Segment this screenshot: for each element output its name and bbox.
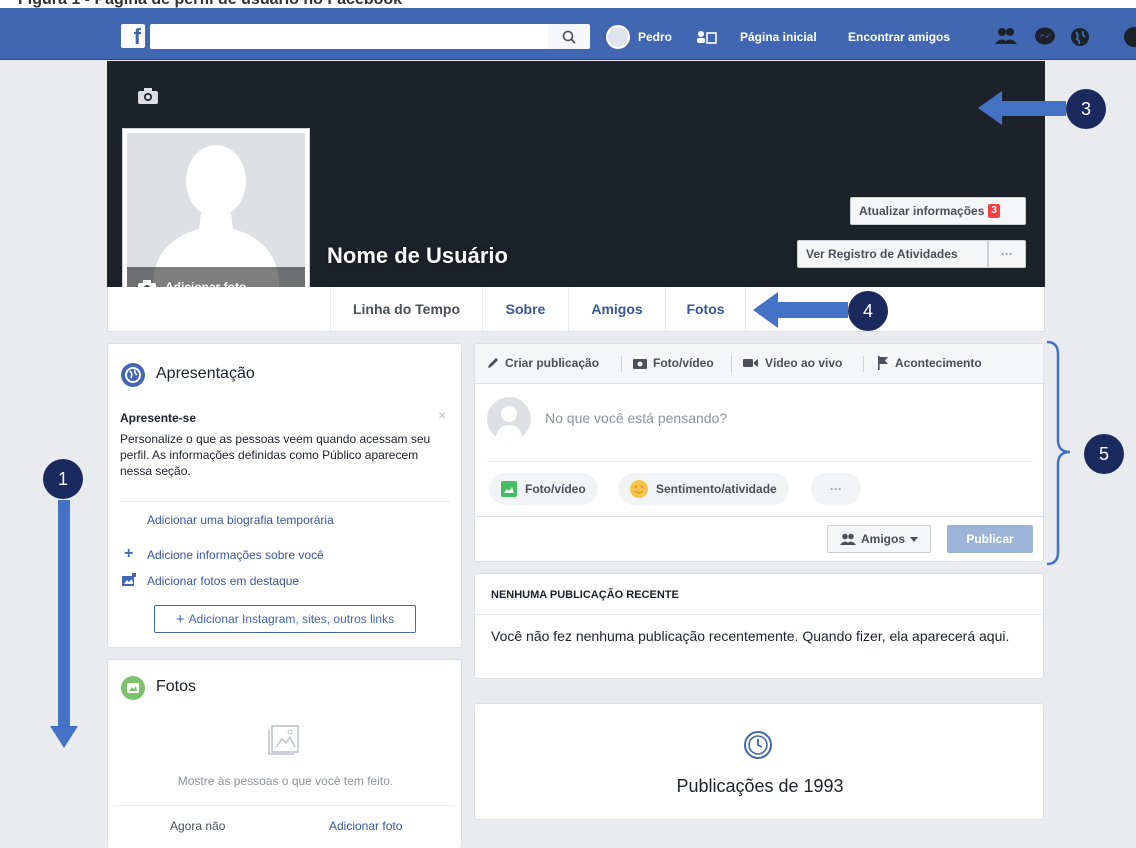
photo-icon — [501, 481, 517, 497]
intro-card: Apresentação Apresente-se × Personalize … — [107, 343, 462, 648]
tab-timeline[interactable]: Linha do Tempo — [330, 287, 482, 331]
temp-bio-link[interactable]: Adicionar uma biografia temporária — [147, 513, 334, 527]
composer-card: Criar publicação Foto/vídeo Vídeo ao viv… — [474, 343, 1044, 562]
top-navbar: f Pedro Página inicial Encontrar amigos — [0, 8, 1136, 60]
figure-caption: Figura 1 - Página de perfil de usuário n… — [0, 0, 1136, 8]
add-links-button[interactable]: + Adicionar Instagram, sites, outros lin… — [154, 605, 416, 633]
camera-icon[interactable] — [137, 87, 159, 105]
composer-header: Criar publicação Foto/vídeo Vídeo ao viv… — [475, 344, 1043, 384]
tab-about[interactable]: Sobre — [482, 287, 568, 331]
recent-posts-card: NENHUMA PUBLICAÇÃO RECENTE Você não fez … — [474, 573, 1044, 679]
annotation-badge-5: 5 — [1084, 434, 1124, 474]
divider — [120, 501, 450, 502]
add-photo-link[interactable]: Adicionar foto — [329, 819, 402, 833]
profile-tab-bar: Linha do Tempo Sobre Amigos Fotos — [107, 287, 1045, 332]
more-options-button[interactable]: ··· — [811, 473, 861, 505]
smiley-icon — [630, 480, 648, 498]
friends-icon — [839, 533, 856, 545]
year-posts-card: Publicações de 1993 — [474, 703, 1044, 820]
annotation-badge-4: 4 — [848, 291, 888, 331]
divider — [731, 356, 732, 372]
tab-photo-video[interactable]: Foto/vídeo — [633, 356, 714, 370]
add-info-link[interactable]: Adicione informações sobre você — [147, 548, 324, 562]
avatar — [487, 397, 531, 441]
photos-empty-text: Mostre às pessoas o que você tem feito. — [177, 774, 394, 788]
profile-username: Nome de Usuário — [327, 243, 508, 268]
photos-title: Fotos — [156, 678, 197, 695]
globe-notifications-icon[interactable] — [1070, 27, 1090, 47]
more-options-button[interactable]: ··· — [988, 240, 1026, 268]
facebook-logo-icon[interactable]: f — [121, 24, 145, 49]
bracket-5 — [1046, 340, 1071, 566]
audience-selector[interactable]: Amigos — [827, 525, 931, 553]
divider — [863, 356, 864, 372]
photo-video-button[interactable]: Foto/vídeo — [489, 473, 598, 505]
camera-icon — [633, 359, 647, 369]
nav-home-link[interactable]: Página inicial — [740, 30, 817, 44]
image-placeholder-icon — [268, 725, 299, 755]
globe-icon — [121, 363, 145, 387]
divider — [475, 614, 1043, 615]
messenger-icon[interactable] — [1034, 27, 1056, 47]
photos-icon — [121, 676, 145, 700]
profile-card-icon[interactable] — [696, 28, 718, 46]
tab-photos[interactable]: Fotos — [665, 287, 746, 331]
recent-posts-header: NENHUMA PUBLICAÇÃO RECENTE — [491, 589, 679, 601]
divider — [621, 356, 622, 372]
nav-find-friends-link[interactable]: Encontrar amigos — [848, 30, 950, 44]
update-info-button[interactable]: Atualizar informações 3 — [850, 197, 1026, 225]
recent-posts-text: Você não fez nenhuma publicação recentem… — [491, 628, 1010, 644]
year-posts-label: Publicações de 1993 — [676, 776, 844, 796]
intro-title: Apresentação — [156, 365, 255, 382]
divider — [487, 461, 1033, 462]
feeling-activity-button[interactable]: Sentimento/atividade — [618, 473, 789, 505]
tab-create-post[interactable]: Criar publicação — [487, 356, 599, 370]
tab-life-event[interactable]: Acontecimento — [877, 356, 982, 370]
flag-icon — [878, 356, 888, 370]
close-icon[interactable]: × — [438, 407, 446, 423]
tab-live-video[interactable]: Vídeo ao vivo — [743, 356, 842, 370]
search-button[interactable] — [548, 24, 590, 49]
avatar[interactable] — [606, 25, 630, 49]
post-input[interactable]: No que você está pensando? — [545, 410, 727, 426]
divider — [114, 805, 454, 806]
video-camera-icon — [743, 359, 758, 367]
chevron-down-icon — [910, 536, 918, 542]
annotation-badge-3: 3 — [1066, 89, 1106, 129]
publish-button[interactable]: Publicar — [947, 525, 1033, 553]
intro-heading: Apresente-se — [120, 411, 197, 425]
search-input[interactable] — [150, 24, 548, 49]
arrow-1-head — [50, 726, 78, 748]
notification-badge: 3 — [988, 204, 1000, 218]
plus-icon: + — [124, 545, 134, 562]
photos-card: Fotos Mostre às pessoas o que você tem f… — [107, 659, 462, 848]
annotation-badge-1: 1 — [43, 459, 83, 499]
tab-friends[interactable]: Amigos — [568, 287, 665, 331]
add-featured-link[interactable]: Adicionar fotos em destaque — [147, 574, 299, 588]
clock-icon — [744, 731, 772, 759]
arrow-1-shaft — [58, 500, 70, 726]
activity-log-button[interactable]: Ver Registro de Atividades — [797, 240, 988, 268]
friend-requests-icon[interactable] — [994, 27, 1018, 45]
intro-description: Personalize o que as pessoas veem quando… — [120, 432, 431, 478]
search-icon — [562, 30, 576, 44]
profile-picture[interactable]: Adicionar foto — [123, 129, 309, 311]
pencil-icon — [488, 358, 498, 368]
nav-user-link[interactable]: Pedro — [638, 30, 672, 44]
help-icon[interactable] — [1124, 27, 1136, 47]
featured-photos-icon — [122, 573, 136, 586]
not-now-button[interactable]: Agora não — [170, 819, 225, 833]
